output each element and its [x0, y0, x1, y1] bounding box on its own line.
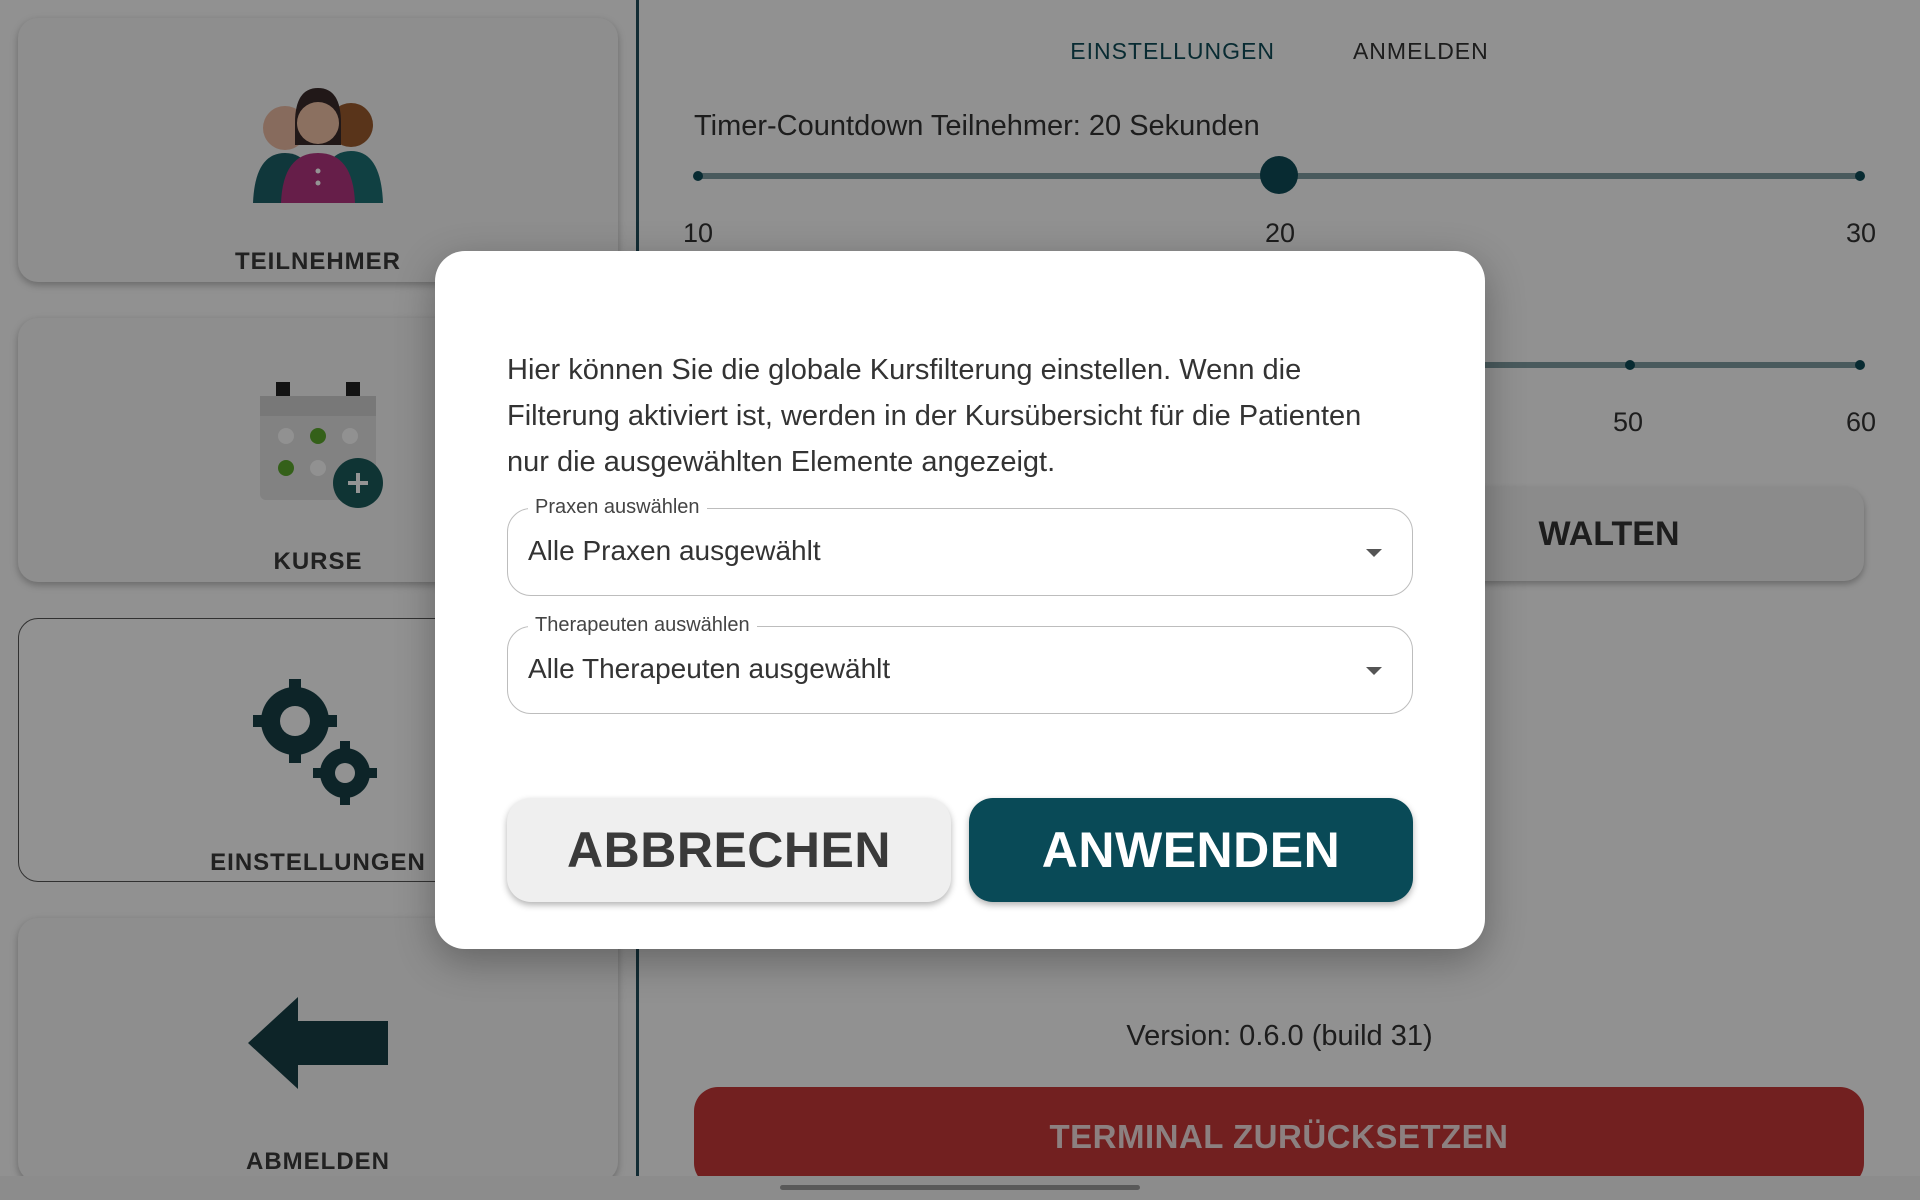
practices-select-value: Alle Praxen ausgewählt: [528, 535, 821, 566]
course-filter-dialog: Hier können Sie die globale Kursfilterun…: [435, 251, 1485, 949]
apply-button[interactable]: ANWENDEN: [969, 798, 1413, 902]
chevron-down-icon: [1366, 667, 1382, 675]
therapists-select-label: Therapeuten auswählen: [528, 614, 757, 637]
dialog-description: Hier können Sie die globale Kursfilterun…: [507, 354, 1362, 478]
therapists-select-value: Alle Therapeuten ausgewählt: [528, 653, 891, 684]
therapists-select[interactable]: Therapeuten auswählen Alle Therapeuten a…: [507, 614, 1413, 714]
practices-select-label: Praxen auswählen: [528, 496, 707, 519]
chevron-down-icon: [1366, 549, 1382, 557]
practices-select[interactable]: Praxen auswählen Alle Praxen ausgewählt: [507, 496, 1413, 596]
cancel-button[interactable]: ABBRECHEN: [507, 798, 951, 902]
